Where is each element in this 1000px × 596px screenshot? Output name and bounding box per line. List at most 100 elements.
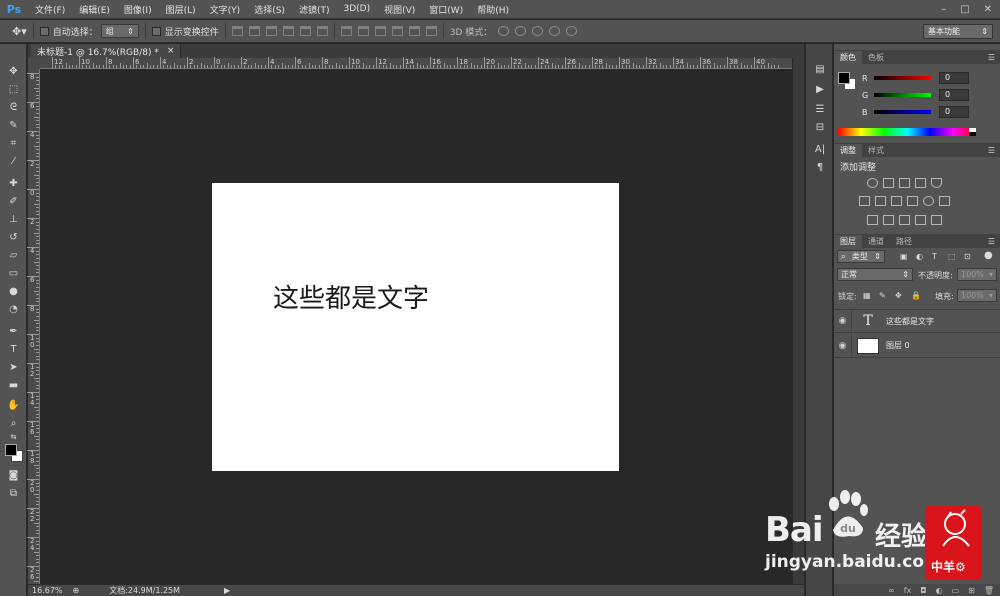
menu-layer[interactable]: 图层(L) xyxy=(159,3,203,16)
tab-layers[interactable]: 图层 xyxy=(834,235,862,248)
slider-r-value[interactable]: 0 xyxy=(939,72,969,84)
distribute-left-icon[interactable] xyxy=(391,26,403,36)
3d-rotate-icon[interactable] xyxy=(498,26,510,36)
dodge-tool-icon[interactable]: ◔ xyxy=(5,302,22,316)
channel-mixer-icon[interactable] xyxy=(923,196,934,206)
black-white-icon[interactable] xyxy=(891,196,902,206)
color-panel-menu-icon[interactable]: ☰ xyxy=(988,51,995,64)
hue-saturation-icon[interactable] xyxy=(859,196,870,206)
menu-file[interactable]: 文件(F) xyxy=(28,3,72,16)
properties-panel-icon[interactable]: ☰ xyxy=(812,102,828,116)
color-spectrum-bar[interactable] xyxy=(838,128,976,136)
layer-row-text[interactable]: ◉ T 这些都是文字 xyxy=(834,309,1000,333)
align-hcenter-icon[interactable] xyxy=(299,26,311,36)
align-right-icon[interactable] xyxy=(316,26,328,36)
filter-toggle-icon[interactable]: ● xyxy=(984,250,993,261)
selective-color-icon[interactable] xyxy=(915,215,926,225)
3d-roll-icon[interactable] xyxy=(515,26,527,36)
screen-mode-icon[interactable]: ⧉ xyxy=(5,486,22,500)
align-bottom-icon[interactable] xyxy=(265,26,277,36)
menu-image[interactable]: 图像(I) xyxy=(117,3,159,16)
path-select-tool-icon[interactable]: ➤ xyxy=(5,360,22,374)
filter-shape-icon[interactable]: ⬚ xyxy=(948,252,956,261)
layer-style-icon[interactable]: fx xyxy=(904,586,912,595)
slider-b-track[interactable] xyxy=(874,110,931,114)
layer-row-image[interactable]: ◉ 图层 0 xyxy=(834,333,1000,358)
lock-position-icon[interactable]: ✥ xyxy=(895,291,902,300)
new-adjustment-icon[interactable]: ◐ xyxy=(936,586,943,595)
levels-icon[interactable] xyxy=(883,178,894,188)
3d-pan-icon[interactable] xyxy=(532,26,544,36)
workspace-dropdown[interactable]: 基本功能 ⇕ xyxy=(923,24,993,39)
distribute-top-icon[interactable] xyxy=(340,26,352,36)
healing-brush-tool-icon[interactable]: ✚ xyxy=(5,176,22,190)
layer-visibility-eye-icon[interactable]: ◉ xyxy=(834,333,852,358)
lock-all-icon[interactable]: 🔒 xyxy=(911,291,921,300)
align-vcenter-icon[interactable] xyxy=(248,26,260,36)
tab-color[interactable]: 颜色 xyxy=(834,51,862,64)
distribute-right-icon[interactable] xyxy=(425,26,437,36)
eraser-tool-icon[interactable]: ▱ xyxy=(5,248,22,262)
link-layers-icon[interactable]: ∞ xyxy=(888,586,895,595)
filter-type-icon[interactable]: T xyxy=(932,252,937,261)
layer-visibility-eye-icon[interactable]: ◉ xyxy=(834,309,852,333)
filter-pixel-icon[interactable]: ▣ xyxy=(900,252,908,261)
menu-help[interactable]: 帮助(H) xyxy=(470,3,516,16)
slider-b-value[interactable]: 0 xyxy=(939,106,969,118)
character-panel-icon[interactable]: A| xyxy=(812,142,828,156)
tab-adjustments[interactable]: 调整 xyxy=(834,144,862,157)
shape-tool-icon[interactable]: ▬ xyxy=(5,378,22,392)
invert-icon[interactable] xyxy=(867,215,878,225)
color-balance-icon[interactable] xyxy=(875,196,886,206)
new-group-icon[interactable]: ▭ xyxy=(952,586,960,595)
crop-tool-icon[interactable]: ⌗ xyxy=(5,136,22,150)
quick-select-tool-icon[interactable]: ✎ xyxy=(5,118,22,132)
new-layer-icon[interactable]: ⊞ xyxy=(968,586,975,595)
delete-layer-icon[interactable]: 🗑 xyxy=(984,586,994,595)
pen-tool-icon[interactable]: ✒ xyxy=(5,324,22,338)
menu-view[interactable]: 视图(V) xyxy=(377,3,422,16)
panel-fg-swatch[interactable] xyxy=(838,72,850,84)
quick-mask-icon[interactable]: ◙ xyxy=(5,468,22,482)
history-panel-icon[interactable]: ▤ xyxy=(812,62,828,76)
paragraph-panel-icon[interactable]: ¶ xyxy=(812,160,828,174)
align-left-icon[interactable] xyxy=(282,26,294,36)
align-top-icon[interactable] xyxy=(231,26,243,36)
history-brush-tool-icon[interactable]: ↺ xyxy=(5,230,22,244)
type-tool-icon[interactable]: T xyxy=(5,342,22,356)
canvas-text-layer[interactable]: 这些都是文字 xyxy=(273,278,429,315)
move-tool-icon[interactable]: ✥ xyxy=(5,64,22,78)
vibrance-icon[interactable] xyxy=(931,178,942,188)
lock-image-icon[interactable]: ✎ xyxy=(879,291,886,300)
actions-panel-icon[interactable]: ▶ xyxy=(812,82,828,96)
ruler-origin[interactable] xyxy=(28,58,40,69)
hand-tool-icon[interactable]: ✋ xyxy=(5,398,22,412)
blur-tool-icon[interactable]: ● xyxy=(5,284,22,298)
slider-g-value[interactable]: 0 xyxy=(939,89,969,101)
tool-presets-panel-icon[interactable]: ⊟ xyxy=(812,120,828,134)
menu-edit[interactable]: 编辑(E) xyxy=(72,3,117,16)
slider-g-track[interactable] xyxy=(874,93,931,97)
marquee-tool-icon[interactable]: ⬚ xyxy=(5,82,22,96)
menu-window[interactable]: 窗口(W) xyxy=(422,3,470,16)
3d-slide-icon[interactable] xyxy=(549,26,561,36)
exposure-icon[interactable] xyxy=(915,178,926,188)
tab-styles[interactable]: 样式 xyxy=(862,144,890,157)
threshold-icon[interactable] xyxy=(899,215,910,225)
move-tool-preset-icon[interactable]: ✥▾ xyxy=(12,25,27,38)
zoom-tool-icon[interactable]: ⌕ xyxy=(5,416,22,430)
fill-field[interactable]: 100% ▾ xyxy=(957,289,997,302)
brightness-contrast-icon[interactable] xyxy=(867,178,878,188)
document-canvas[interactable]: 这些都是文字 xyxy=(212,183,619,471)
distribute-vcenter-icon[interactable] xyxy=(357,26,369,36)
color-lookup-icon[interactable] xyxy=(939,196,950,206)
status-menu-arrow-icon[interactable]: ▶ xyxy=(224,586,230,595)
filter-adjust-icon[interactable]: ◐ xyxy=(916,252,923,261)
menu-type[interactable]: 文字(Y) xyxy=(203,3,248,16)
black-white-swatch[interactable] xyxy=(969,128,976,136)
menu-select[interactable]: 选择(S) xyxy=(247,3,292,16)
menu-filter[interactable]: 滤镜(T) xyxy=(292,3,337,16)
tab-paths[interactable]: 路径 xyxy=(890,235,918,248)
layer-mask-icon[interactable]: ◘ xyxy=(920,586,926,595)
distribute-bottom-icon[interactable] xyxy=(374,26,386,36)
